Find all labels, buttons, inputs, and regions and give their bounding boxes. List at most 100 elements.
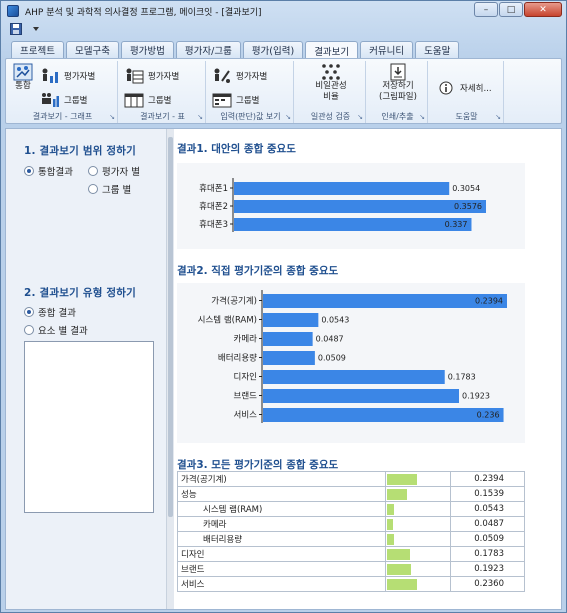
inconsistency-ratio-button[interactable]: 비일관성 비율 xyxy=(306,63,356,103)
criterion-value: 0.0509 xyxy=(450,531,525,547)
panel-scrollbar[interactable] xyxy=(166,129,174,609)
tab-community[interactable]: 커뮤니티 xyxy=(360,41,414,58)
bar xyxy=(263,370,445,384)
ribbon-group-help: 자세히... 도움말 ↘ xyxy=(430,61,504,123)
table-by-evaluator-button[interactable]: 평가자별 xyxy=(124,67,179,85)
image-file-label: (그림파일) xyxy=(379,92,417,102)
integrated-label: 통합 xyxy=(15,81,31,91)
group-help-label: 도움말 xyxy=(455,112,478,121)
dialog-launcher-icon[interactable]: ↘ xyxy=(419,113,425,121)
criterion-name: 디자인 xyxy=(176,546,387,562)
dialog-launcher-icon[interactable]: ↘ xyxy=(495,113,501,121)
inconsistency-icon xyxy=(321,63,341,81)
ribbon: 통합 평가자별 그룹별 결과보기 - 그래프 ↘ 평가자별 그룹별 결과보기 -… xyxy=(5,58,562,124)
input-by-evaluator-button[interactable]: 평가자별 xyxy=(212,67,267,85)
group-chart-icon xyxy=(40,91,60,109)
criterion-value: 0.2394 xyxy=(450,471,525,487)
category-label: 디자인 xyxy=(234,372,257,383)
tab-eval-method[interactable]: 평가방법 xyxy=(120,41,174,58)
radio-icon xyxy=(24,325,34,335)
criterion-name: 브랜드 xyxy=(176,561,387,577)
dialog-launcher-icon[interactable]: ↘ xyxy=(109,113,115,121)
integrated-button[interactable]: 통합 xyxy=(12,63,34,92)
type-title: 2. 결과보기 유형 정하기 xyxy=(24,287,137,299)
group-input-label: 입력(판단)값 보기 xyxy=(220,112,281,121)
value-bar xyxy=(387,489,407,500)
criterion-name: 성능 xyxy=(176,486,387,502)
ribbon-group-table: 평가자별 그룹별 결과보기 - 표 ↘ xyxy=(120,61,206,123)
criterion-value: 0.2360 xyxy=(450,576,525,592)
radio-icon xyxy=(88,184,98,194)
save-image-icon xyxy=(388,63,408,81)
tab-model[interactable]: 모델구축 xyxy=(65,41,119,58)
minimize-button[interactable]: – xyxy=(474,2,498,17)
app-window: AHP 분석 및 과학적 의사결정 프로그램, 메이크잇 - [결과보기] – … xyxy=(0,0,567,613)
criterion-name: 가격(공기계) xyxy=(176,471,387,487)
main-content: 1. 결과보기 범위 정하기 통합결과 평가자 별 그룹 별 2. 결과보기 유… xyxy=(5,128,562,610)
scroll-thumb[interactable] xyxy=(168,137,173,517)
bar-cell xyxy=(385,516,452,532)
category-label: 가격(공기계) xyxy=(211,296,257,307)
table-row: 성능 0.1539 xyxy=(176,486,525,502)
criterion-value: 0.0487 xyxy=(450,516,525,532)
input-by-group-button[interactable]: 그룹별 xyxy=(212,91,259,109)
dialog-launcher-icon[interactable]: ↘ xyxy=(285,113,291,121)
tab-evaluators[interactable]: 평가자/그룹 xyxy=(175,41,241,58)
dropdown-icon[interactable] xyxy=(29,22,43,35)
bar xyxy=(263,332,313,346)
criterion-value: 0.1923 xyxy=(450,561,525,577)
evaluator-table-icon xyxy=(124,67,144,85)
close-button[interactable]: ✕ xyxy=(524,2,562,17)
bar xyxy=(263,351,315,365)
integrated-chart-icon xyxy=(13,63,33,81)
table-row: 브랜드 0.1923 xyxy=(176,561,525,577)
dialog-launcher-icon[interactable]: ↘ xyxy=(197,113,203,121)
bar xyxy=(263,389,459,403)
tab-eval-input[interactable]: 평가(입력) xyxy=(242,41,304,58)
table-row: 카메라 0.0487 xyxy=(176,516,525,532)
bar-cell xyxy=(385,576,452,592)
details-label: 자세히... xyxy=(460,84,492,94)
type-option-total[interactable]: 종합 결과 xyxy=(24,305,76,319)
radio-icon xyxy=(24,307,34,317)
group-input-icon xyxy=(212,91,232,109)
scope-option-evaluator[interactable]: 평가자 별 xyxy=(88,164,140,178)
bar xyxy=(263,313,319,327)
maximize-button[interactable]: □ xyxy=(499,2,523,17)
result2-card: 가격(공기계) 0.2394 시스템 램(RAM) 0.0543 카메라 0.0487 배터… xyxy=(177,283,525,443)
ribbon-tabs: 프로젝트 모델구축 평가방법 평가자/그룹 평가(입력) 결과보기 커뮤니티 도… xyxy=(11,41,460,59)
tab-results[interactable]: 결과보기 xyxy=(305,41,359,59)
alternatives-bar-chart: 휴대폰1 0.3054 휴대폰2 0.3576 휴대폰3 0.337 xyxy=(199,178,486,232)
save-image-button[interactable]: 저장하기 (그림파일) xyxy=(373,63,423,103)
value-bar xyxy=(387,474,418,485)
all-criteria-table: 가격(공기계) 0.2394 성능 0.1539 시스템 램(RAM) 0.0543 카메라… xyxy=(176,471,525,592)
bar xyxy=(263,294,507,308)
tab-project[interactable]: 프로젝트 xyxy=(11,41,64,58)
tab-help[interactable]: 도움말 xyxy=(415,41,460,58)
criterion-value: 0.1539 xyxy=(450,486,525,502)
type-option-label: 요소 별 결과 xyxy=(38,326,88,337)
scope-option-label: 그룹 별 xyxy=(102,185,132,196)
type-option-element[interactable]: 요소 별 결과 xyxy=(24,323,88,337)
category-label: 배터리용량 xyxy=(218,353,257,364)
scope-option-group[interactable]: 그룹 별 xyxy=(88,182,131,196)
scope-option-integrated[interactable]: 통합결과 xyxy=(24,164,73,178)
save-icon[interactable] xyxy=(9,22,23,35)
bar xyxy=(234,218,472,231)
value-bar xyxy=(387,504,395,515)
graph-by-evaluator-button[interactable]: 평가자별 xyxy=(40,67,95,85)
dialog-launcher-icon[interactable]: ↘ xyxy=(357,113,363,121)
element-list[interactable] xyxy=(24,341,154,513)
table-by-group-button[interactable]: 그룹별 xyxy=(124,91,171,109)
value-label: 0.3054 xyxy=(452,184,480,193)
category-label: 브랜드 xyxy=(234,391,258,402)
inconsistency-label: 비일관성 xyxy=(315,81,347,91)
group-table-icon xyxy=(124,91,144,109)
category-label: 휴대폰1 xyxy=(199,184,228,194)
details-button[interactable]: 자세히... xyxy=(436,79,492,97)
type-option-label: 종합 결과 xyxy=(38,308,76,319)
graph-by-group-button[interactable]: 그룹별 xyxy=(40,91,87,109)
ribbon-group-print: 저장하기 (그림파일) 인쇄/추출 ↘ xyxy=(368,61,428,123)
scope-option-label: 평가자 별 xyxy=(102,167,140,178)
result1-card: 휴대폰1 0.3054 휴대폰2 0.3576 휴대폰3 0.337 xyxy=(177,163,525,249)
